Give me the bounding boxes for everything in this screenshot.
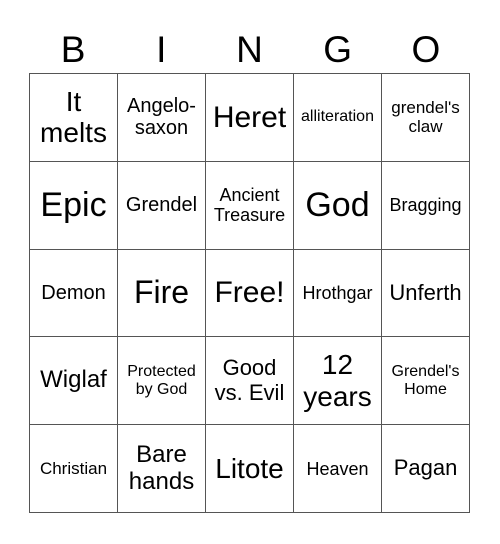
- cell-text: 12 years: [303, 349, 372, 412]
- header-letter-b: B: [60, 29, 86, 70]
- cell-text: Epic: [40, 186, 107, 225]
- cell-text: Ancient Treasure: [213, 185, 286, 226]
- bingo-cell[interactable]: Hrothgar: [294, 249, 382, 338]
- cell-text: Litote: [215, 452, 284, 484]
- cell-text: Protected by God: [127, 362, 196, 398]
- bingo-cell[interactable]: Wiglaf: [30, 337, 118, 426]
- bingo-board: It melts Angelo-saxon Heret alliteration…: [29, 73, 470, 513]
- cell-text: Heret: [212, 100, 287, 134]
- header-letter-n: N: [236, 29, 263, 70]
- bingo-cell[interactable]: It melts: [30, 74, 118, 162]
- free-space[interactable]: Free!: [206, 249, 294, 338]
- cell-text: Hrothgar: [302, 282, 373, 303]
- bingo-cell[interactable]: Pagan: [382, 425, 470, 513]
- bingo-cell[interactable]: Unferth: [382, 249, 470, 338]
- bingo-cell[interactable]: 12 years: [294, 337, 382, 426]
- bingo-cell[interactable]: Christian: [30, 425, 118, 513]
- bingo-cell[interactable]: Demon: [30, 249, 118, 338]
- bingo-cell[interactable]: Heaven: [294, 425, 382, 513]
- bingo-cell[interactable]: Grendel: [118, 161, 206, 250]
- bingo-cell[interactable]: Bragging: [382, 161, 470, 250]
- cell-text: Heaven: [306, 458, 369, 479]
- cell-text: Bragging: [389, 195, 462, 216]
- bingo-cell[interactable]: Bare hands: [118, 425, 206, 513]
- bingo-header: B I N G O: [29, 30, 470, 70]
- header-letter-g: G: [323, 29, 353, 70]
- cell-text: Christian: [39, 459, 108, 479]
- cell-text: Grendel's Home: [391, 362, 460, 398]
- bingo-cell[interactable]: Grendel's Home: [382, 337, 470, 426]
- bingo-cell[interactable]: Fire: [118, 249, 206, 338]
- cell-text: Pagan: [393, 455, 458, 481]
- bingo-cell[interactable]: alliteration: [294, 74, 382, 162]
- bingo-cell[interactable]: Heret: [206, 74, 294, 162]
- cell-text: Angelo-saxon: [127, 95, 196, 140]
- cell-text: Grendel: [125, 194, 198, 216]
- bingo-cell[interactable]: grendel's claw: [382, 74, 470, 162]
- bingo-cell[interactable]: Litote: [206, 425, 294, 513]
- cell-text: alliteration: [301, 108, 374, 126]
- bingo-cell[interactable]: Epic: [30, 161, 118, 250]
- cell-text: Unferth: [389, 279, 462, 305]
- cell-text: Fire: [133, 274, 190, 311]
- header-letter-i: I: [156, 29, 167, 70]
- cell-text: Demon: [41, 281, 106, 304]
- cell-text: grendel's claw: [391, 98, 460, 137]
- cell-text: Wiglaf: [40, 366, 107, 394]
- bingo-cell[interactable]: Ancient Treasure: [206, 161, 294, 250]
- cell-text: It melts: [40, 86, 107, 149]
- cell-text: Bare hands: [128, 440, 195, 495]
- cell-text: God: [305, 186, 370, 225]
- cell-text: Free!: [214, 276, 285, 310]
- header-letter-o: O: [411, 29, 441, 70]
- bingo-cell[interactable]: Protected by God: [118, 337, 206, 426]
- bingo-cell[interactable]: Angelo-saxon: [118, 74, 206, 162]
- cell-text: Good vs. Evil: [214, 355, 285, 405]
- bingo-cell[interactable]: Good vs. Evil: [206, 337, 294, 426]
- bingo-cell[interactable]: God: [294, 161, 382, 250]
